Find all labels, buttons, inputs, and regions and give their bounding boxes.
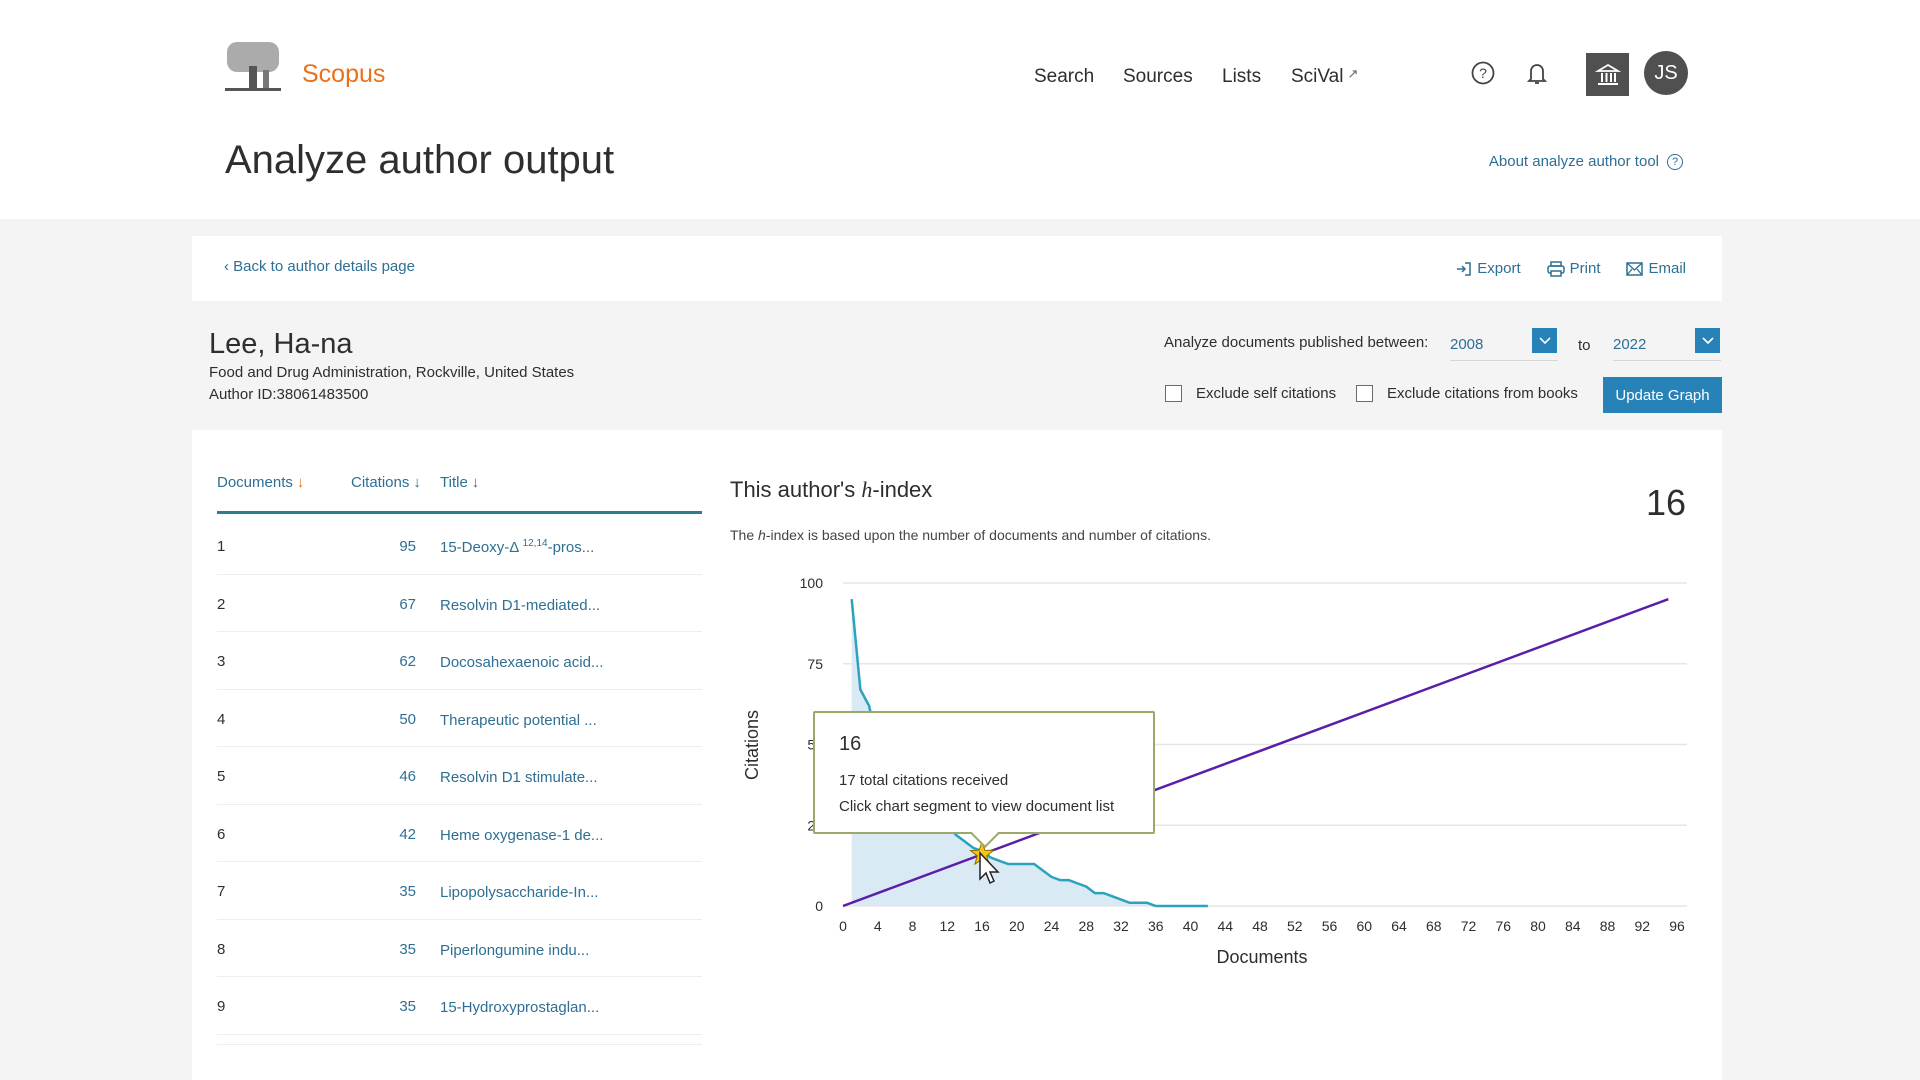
x-tick-label: 60 bbox=[1356, 918, 1372, 934]
x-tick-label: 44 bbox=[1217, 918, 1233, 934]
y-tick-label: 100 bbox=[800, 575, 824, 591]
citations-point[interactable] bbox=[856, 686, 864, 694]
citations-point[interactable] bbox=[1108, 892, 1116, 900]
mouse-cursor-icon bbox=[979, 851, 1000, 885]
x-tick-label: 40 bbox=[1183, 918, 1199, 934]
citations-point[interactable] bbox=[1056, 876, 1064, 884]
citations-point[interactable] bbox=[1126, 899, 1134, 907]
x-tick-label: 12 bbox=[939, 918, 955, 934]
x-tick-label: 16 bbox=[974, 918, 990, 934]
x-tick-label: 0 bbox=[839, 918, 847, 934]
citations-point[interactable] bbox=[1048, 873, 1056, 881]
x-tick-label: 84 bbox=[1565, 918, 1581, 934]
citations-point[interactable] bbox=[1134, 899, 1142, 907]
citations-point[interactable] bbox=[961, 837, 969, 845]
citations-point[interactable] bbox=[1074, 879, 1082, 887]
x-tick-label: 88 bbox=[1600, 918, 1616, 934]
x-tick-label: 36 bbox=[1148, 918, 1164, 934]
y-tick-label: 0 bbox=[815, 898, 823, 914]
chart-tooltip: 16 17 total citations received Click cha… bbox=[813, 711, 1155, 849]
citations-point[interactable] bbox=[1100, 889, 1108, 897]
x-tick-label: 32 bbox=[1113, 918, 1129, 934]
citations-point[interactable] bbox=[1178, 902, 1186, 910]
citations-point[interactable] bbox=[1030, 860, 1038, 868]
tooltip-title: 16 bbox=[839, 733, 862, 755]
citations-point[interactable] bbox=[1187, 902, 1195, 910]
citations-point[interactable] bbox=[848, 595, 856, 603]
citations-point[interactable] bbox=[1152, 902, 1160, 910]
citations-point[interactable] bbox=[1039, 866, 1047, 874]
x-tick-label: 76 bbox=[1495, 918, 1511, 934]
tooltip-hint: Click chart segment to view document lis… bbox=[839, 798, 1115, 815]
hindex-chart: 0255075100048121620242832364044485256606… bbox=[742, 575, 1687, 967]
citations-point[interactable] bbox=[1169, 902, 1177, 910]
x-tick-label: 20 bbox=[1009, 918, 1025, 934]
citations-point[interactable] bbox=[1204, 902, 1212, 910]
citations-point[interactable] bbox=[1013, 860, 1021, 868]
citations-point[interactable] bbox=[1117, 896, 1125, 904]
x-tick-label: 92 bbox=[1634, 918, 1650, 934]
x-tick-label: 8 bbox=[909, 918, 917, 934]
x-tick-label: 72 bbox=[1461, 918, 1477, 934]
x-tick-label: 24 bbox=[1044, 918, 1060, 934]
y-axis-label: Citations bbox=[742, 710, 762, 780]
citations-point[interactable] bbox=[1143, 899, 1151, 907]
citations-point[interactable] bbox=[1082, 883, 1090, 891]
x-tick-label: 52 bbox=[1287, 918, 1303, 934]
citations-point[interactable] bbox=[1091, 889, 1099, 897]
citations-point[interactable] bbox=[1065, 876, 1073, 884]
x-tick-label: 48 bbox=[1252, 918, 1268, 934]
citations-point[interactable] bbox=[1021, 860, 1029, 868]
y-tick-label: 75 bbox=[807, 656, 823, 672]
x-tick-label: 56 bbox=[1322, 918, 1338, 934]
tooltip-total-citations: 17 total citations received bbox=[839, 772, 1009, 789]
x-tick-label: 28 bbox=[1078, 918, 1094, 934]
citations-point[interactable] bbox=[1195, 902, 1203, 910]
x-tick-label: 96 bbox=[1669, 918, 1685, 934]
x-tick-label: 68 bbox=[1426, 918, 1442, 934]
x-tick-label: 4 bbox=[874, 918, 882, 934]
x-tick-label: 64 bbox=[1391, 918, 1407, 934]
citations-point[interactable] bbox=[1160, 902, 1168, 910]
x-tick-label: 80 bbox=[1530, 918, 1546, 934]
x-axis-label: Documents bbox=[1216, 947, 1307, 967]
citations-point[interactable] bbox=[865, 702, 873, 710]
